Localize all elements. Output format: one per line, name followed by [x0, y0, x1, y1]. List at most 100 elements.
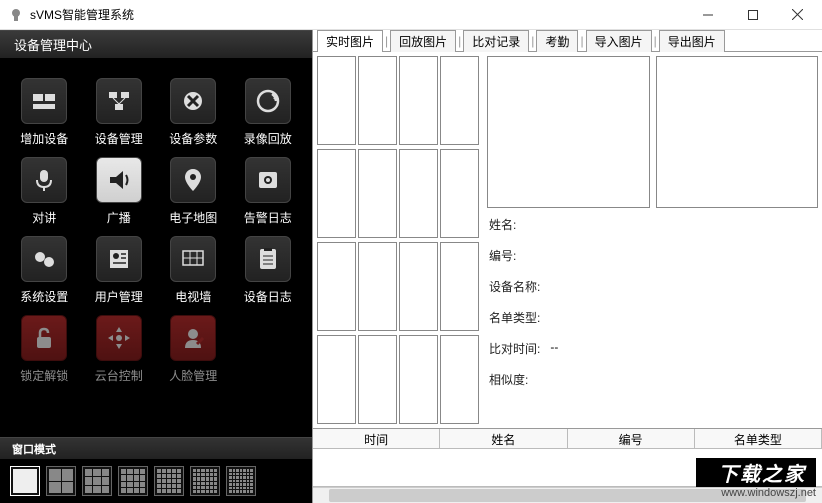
preview-left[interactable] — [487, 56, 650, 208]
icon-grid: 增加设备设备管理设备参数 录像回放对讲 广播 电子地图 告警日志系统设置 用户管理 电视墙 设… — [0, 58, 312, 437]
nav-label: 电子地图 — [169, 209, 217, 226]
titlebar: sVMS智能管理系统 — [0, 0, 822, 30]
broadcast-icon — [96, 157, 142, 203]
list-type-label: 名单类型: — [489, 309, 540, 326]
thumb[interactable] — [440, 56, 479, 145]
playback-icon — [245, 78, 291, 124]
minimize-button[interactable] — [685, 1, 730, 29]
add-device-icon — [21, 78, 67, 124]
emap-icon — [170, 157, 216, 203]
nav-label: 系统设置 — [20, 288, 68, 305]
thumb[interactable] — [358, 56, 397, 145]
lock-icon — [21, 315, 67, 361]
nav-device-mgmt[interactable]: 设备管理 — [85, 78, 154, 147]
id-label: 编号: — [489, 247, 516, 264]
nav-playback[interactable]: 录像回放 — [234, 78, 303, 147]
tab-5[interactable]: 导出图片 — [659, 30, 725, 52]
nav-label: 云台控制 — [95, 367, 143, 384]
thumb[interactable] — [358, 149, 397, 238]
thumb[interactable] — [317, 242, 356, 331]
device-log-icon — [245, 236, 291, 282]
thumb[interactable] — [317, 335, 356, 424]
sys-settings-icon — [21, 236, 67, 282]
layout-7x7[interactable] — [226, 466, 256, 496]
nav-label: 锁定解锁 — [20, 367, 68, 384]
maximize-button[interactable] — [730, 1, 775, 29]
table-body — [313, 449, 822, 487]
thumb[interactable] — [399, 149, 438, 238]
layout-5x5[interactable] — [154, 466, 184, 496]
tabs: 实时图片|回放图片|比对记录|考勤|导入图片|导出图片 — [313, 30, 822, 52]
thumb[interactable] — [317, 56, 356, 145]
window-mode-header: 窗口模式 — [0, 437, 312, 459]
col-header[interactable]: 名单类型 — [695, 429, 822, 448]
nav-label: 告警日志 — [244, 209, 292, 226]
nav-device-params[interactable]: 设备参数 — [159, 78, 228, 147]
layout-6x6[interactable] — [190, 466, 220, 496]
tv-wall-icon — [170, 236, 216, 282]
layout-3x3[interactable] — [82, 466, 112, 496]
horizontal-scrollbar[interactable] — [313, 487, 822, 503]
compare-time-label: 比对时间: — [489, 340, 540, 357]
nav-lock[interactable]: 锁定解锁 — [10, 315, 79, 384]
nav-label: 人脸管理 — [169, 367, 217, 384]
nav-device-log[interactable]: 设备日志 — [234, 236, 303, 305]
app-icon — [8, 7, 24, 23]
layout-1x1[interactable] — [10, 466, 40, 496]
name-label: 姓名: — [489, 216, 516, 233]
col-header[interactable]: 时间 — [313, 429, 440, 448]
ptz-icon — [96, 315, 142, 361]
thumb[interactable] — [399, 56, 438, 145]
close-button[interactable] — [775, 1, 820, 29]
nav-face-mgmt[interactable]: 人脸管理 — [159, 315, 228, 384]
thumb[interactable] — [440, 242, 479, 331]
tab-0[interactable]: 实时图片 — [317, 30, 383, 52]
sidebar: 设备管理中心 增加设备设备管理设备参数录像回放对讲广播电子地图告警日志系统设置用… — [0, 30, 312, 503]
nav-user-mgmt[interactable]: 用户管理 — [85, 236, 154, 305]
layout-2x2[interactable] — [46, 466, 76, 496]
details-panel: 姓名: 编号: 设备名称: 名单类型: 比对时间: -- 相似度: — [483, 212, 822, 428]
nav-label: 设备日志 — [244, 288, 292, 305]
preview-right[interactable] — [656, 56, 819, 208]
thumb[interactable] — [440, 149, 479, 238]
col-header[interactable]: 编号 — [568, 429, 695, 448]
nav-sys-settings[interactable]: 系统设置 — [10, 236, 79, 305]
col-header[interactable]: 姓名 — [440, 429, 567, 448]
tab-4[interactable]: 导入图片 — [586, 30, 652, 52]
nav-label: 用户管理 — [95, 288, 143, 305]
thumb[interactable] — [399, 335, 438, 424]
nav-tv-wall[interactable]: 电视墙 — [159, 236, 228, 305]
nav-label: 广播 — [107, 209, 131, 226]
thumb[interactable] — [317, 149, 356, 238]
window-title: sVMS智能管理系统 — [30, 6, 685, 23]
thumb[interactable] — [440, 335, 479, 424]
results-table: 时间姓名编号名单类型 — [313, 428, 822, 503]
nav-label: 设备参数 — [169, 130, 217, 147]
thumbnail-grid — [313, 52, 483, 428]
device-mgmt-icon — [96, 78, 142, 124]
nav-emap[interactable]: 电子地图 — [159, 157, 228, 226]
alarm-log-icon — [245, 157, 291, 203]
nav-alarm-log[interactable]: 告警日志 — [234, 157, 303, 226]
tab-3[interactable]: 考勤 — [536, 30, 578, 52]
intercom-icon — [21, 157, 67, 203]
content-area: 实时图片|回放图片|比对记录|考勤|导入图片|导出图片 姓名: 编号 — [312, 30, 822, 503]
nav-ptz[interactable]: 云台控制 — [85, 315, 154, 384]
device-name-label: 设备名称: — [489, 278, 540, 295]
tab-1[interactable]: 回放图片 — [390, 30, 456, 52]
thumb[interactable] — [358, 242, 397, 331]
nav-label: 对讲 — [32, 209, 56, 226]
layout-4x4[interactable] — [118, 466, 148, 496]
nav-add-device[interactable]: 增加设备 — [10, 78, 79, 147]
nav-intercom[interactable]: 对讲 — [10, 157, 79, 226]
compare-time-value: -- — [550, 340, 558, 357]
nav-label: 增加设备 — [20, 130, 68, 147]
nav-label: 电视墙 — [175, 288, 211, 305]
tab-2[interactable]: 比对记录 — [463, 30, 529, 52]
thumb[interactable] — [399, 242, 438, 331]
nav-label: 录像回放 — [244, 130, 292, 147]
thumb[interactable] — [358, 335, 397, 424]
nav-broadcast[interactable]: 广播 — [85, 157, 154, 226]
window-modes — [0, 459, 312, 503]
similarity-label: 相似度: — [489, 371, 528, 388]
